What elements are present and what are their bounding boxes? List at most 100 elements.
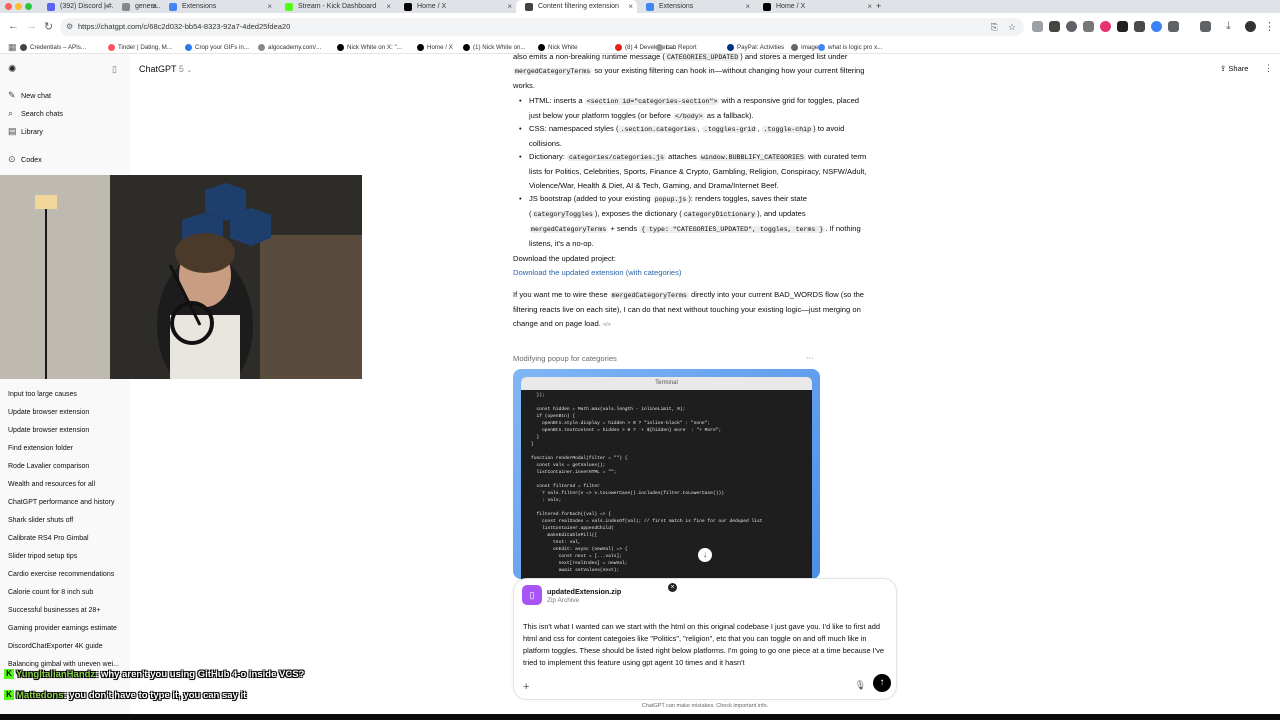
msg-text: also emits a non-breaking runtime messag… xyxy=(513,52,665,61)
close-tab-icon[interactable]: × xyxy=(745,0,750,13)
msg-text: with a responsive grid for toggles, plac… xyxy=(721,96,860,105)
install-app-icon[interactable]: ⎘ xyxy=(991,18,998,36)
download-link[interactable]: Download the updated extension (with cat… xyxy=(513,266,681,280)
chat-history-item[interactable]: Calorie count for 8 inch sub xyxy=(8,589,93,596)
extension-icon[interactable] xyxy=(1049,21,1060,32)
chat-history-item[interactable]: Calibrate RS4 Pro Gimbal xyxy=(8,535,89,542)
chat-history-item[interactable]: Find extension folder xyxy=(8,445,73,452)
bullet-dictionary: Dictionary: categories/categories.js att… xyxy=(519,150,894,193)
extension-icon[interactable] xyxy=(1117,21,1128,32)
close-tab-icon[interactable]: × xyxy=(267,0,272,13)
extension-icon[interactable] xyxy=(1100,21,1111,32)
browser-tab[interactable]: Home / X × xyxy=(395,0,516,13)
close-sidebar-icon[interactable]: ▯ xyxy=(112,64,117,75)
terminal-preview-card[interactable]: Terminal }); const hidden = Math.max(val… xyxy=(513,369,820,579)
tab-favicon-icon xyxy=(646,3,654,11)
bookmark-item[interactable]: Nick White on X: "... xyxy=(337,41,402,54)
back-icon[interactable]: ← xyxy=(8,20,19,32)
browser-tab[interactable]: Extensions × xyxy=(637,0,754,13)
search-chats-button[interactable]: ⌕ Search chats xyxy=(8,108,63,118)
msg-text: ) and stores a merged list under xyxy=(740,52,848,61)
msg-text: with curated term xyxy=(807,152,867,161)
microphone-icon[interactable]: 🎙 xyxy=(855,680,866,691)
close-window-icon[interactable] xyxy=(5,3,12,10)
close-tab-icon[interactable]: × xyxy=(151,0,156,13)
chat-history-item[interactable]: DiscordChatExporter 4K guide xyxy=(8,643,103,650)
chat-history-item[interactable]: Update browser extension xyxy=(8,409,89,416)
sidepanel-icon[interactable] xyxy=(1200,21,1211,32)
puzzle-extensions-icon[interactable] xyxy=(1168,21,1179,32)
download-icon[interactable]: ⤓ xyxy=(1226,20,1231,33)
chat-username: YungItalianHandz xyxy=(16,669,96,680)
share-button[interactable]: ⇪ Share xyxy=(1220,64,1248,73)
stream-chat-message: K YungItalianHandz: why aren't you using … xyxy=(4,669,304,680)
msg-text: collisions. xyxy=(529,139,562,148)
url-input[interactable]: ⚙ https://chatgpt.com/c/68c2d032-bb54-83… xyxy=(60,18,1024,36)
chat-history-item[interactable]: Cardio exercise recommendations xyxy=(8,571,114,578)
more-options-icon[interactable]: ⋮ xyxy=(1264,63,1273,74)
code-citation-icon[interactable]: </> xyxy=(603,322,611,328)
bookmark-label: Home / X xyxy=(427,44,453,51)
openai-logo-icon[interactable]: ✺ xyxy=(8,64,16,75)
bookmark-star-icon[interactable]: ☆ xyxy=(1008,18,1016,36)
profile-avatar-icon[interactable] xyxy=(1245,21,1256,32)
new-tab-button[interactable]: + xyxy=(876,0,888,13)
bookmark-label: Nick White on X: "... xyxy=(347,44,402,51)
more-menu-icon[interactable]: ⋮ xyxy=(1264,20,1275,33)
bookmark-item[interactable]: Home / X xyxy=(417,41,453,54)
minimize-window-icon[interactable] xyxy=(15,3,22,10)
chat-history-item[interactable]: Update browser extension xyxy=(8,427,89,434)
chat-history-item[interactable]: ChatGPT performance and history xyxy=(8,499,114,506)
msg-text: ) to avoid xyxy=(813,124,845,133)
close-tab-icon[interactable]: × xyxy=(104,0,109,13)
browser-tab[interactable]: (392) Discord | #... × xyxy=(38,0,113,13)
chat-history-item[interactable]: Balancing gimbal with uneven wei... xyxy=(8,661,119,668)
browser-tab[interactable]: Content filtering extension × xyxy=(516,0,637,13)
chat-history-item[interactable]: Rode Lavalier comparison xyxy=(8,463,89,470)
close-tab-icon[interactable]: × xyxy=(628,0,633,13)
close-tab-icon[interactable]: × xyxy=(386,0,391,13)
chat-history-item[interactable]: Successful businesses at 28+ xyxy=(8,607,100,614)
extension-icon[interactable] xyxy=(1134,21,1145,32)
scroll-down-icon[interactable]: ↓ xyxy=(698,548,712,562)
bookmark-item[interactable]: Credentials – APIs... xyxy=(20,41,86,54)
inline-code: .toggle-chip xyxy=(761,126,814,133)
browser-tab[interactable]: Stream - Kick Dashboard × xyxy=(276,0,395,13)
prompt-textarea[interactable]: This isn't what I wanted can we start wi… xyxy=(523,621,889,669)
bookmark-item[interactable]: Crop your GIFs in... xyxy=(185,41,249,54)
msg-text: If you want me to wire these xyxy=(513,290,608,299)
codex-button[interactable]: ⊙ Codex xyxy=(8,154,42,164)
remove-attachment-icon[interactable]: × xyxy=(668,583,677,592)
new-chat-button[interactable]: ✎ New chat xyxy=(8,90,51,100)
chat-history-item[interactable]: Wealth and resources for all xyxy=(8,481,95,488)
chat-history-item[interactable]: Shark slider shuts off xyxy=(8,517,73,524)
extension-icon[interactable] xyxy=(1083,21,1094,32)
bookmark-item[interactable]: Tinder | Dating, M... xyxy=(108,41,172,54)
browser-tab[interactable]: Home / X × xyxy=(754,0,876,13)
add-attachment-icon[interactable]: + xyxy=(523,681,529,693)
extension-icon[interactable] xyxy=(1032,21,1043,32)
model-selector[interactable]: ChatGPT 5 ⌄ xyxy=(139,64,192,74)
forward-icon[interactable]: → xyxy=(26,20,37,32)
extension-icon[interactable] xyxy=(1151,21,1162,32)
kick-badge-icon: K xyxy=(4,669,14,680)
browser-tab[interactable]: Extensions × xyxy=(160,0,276,13)
reload-icon[interactable]: ↻ xyxy=(44,20,53,33)
browser-tab[interactable]: genera... × xyxy=(113,0,160,13)
send-button[interactable]: ↑ xyxy=(873,674,891,692)
extension-icon[interactable] xyxy=(1066,21,1077,32)
maximize-window-icon[interactable] xyxy=(25,3,32,10)
message-composer[interactable]: ▯ updatedExtension.zip Zip Archive × Thi… xyxy=(513,578,897,700)
chat-history-item[interactable]: Slider tripod setup tips xyxy=(8,553,77,560)
library-button[interactable]: ▤ Library xyxy=(8,126,43,136)
chat-history-item[interactable]: Input too large causes xyxy=(8,391,77,398)
close-tab-icon[interactable]: × xyxy=(507,0,512,13)
apps-grid-icon[interactable]: ▦ xyxy=(8,41,17,54)
bookmark-item[interactable]: algocademy.com/... xyxy=(258,41,321,54)
msg-text: Violence/War, Health & Diet, AI & Tech, … xyxy=(529,181,779,190)
chat-history-item[interactable]: Gaming provider earnings estimate xyxy=(8,625,117,632)
attachment-chip[interactable]: ▯ updatedExtension.zip Zip Archive xyxy=(522,585,672,611)
site-info-icon[interactable]: ⚙ xyxy=(66,18,73,36)
close-tab-icon[interactable]: × xyxy=(867,0,872,13)
card-menu-icon[interactable]: ··· xyxy=(806,351,814,365)
